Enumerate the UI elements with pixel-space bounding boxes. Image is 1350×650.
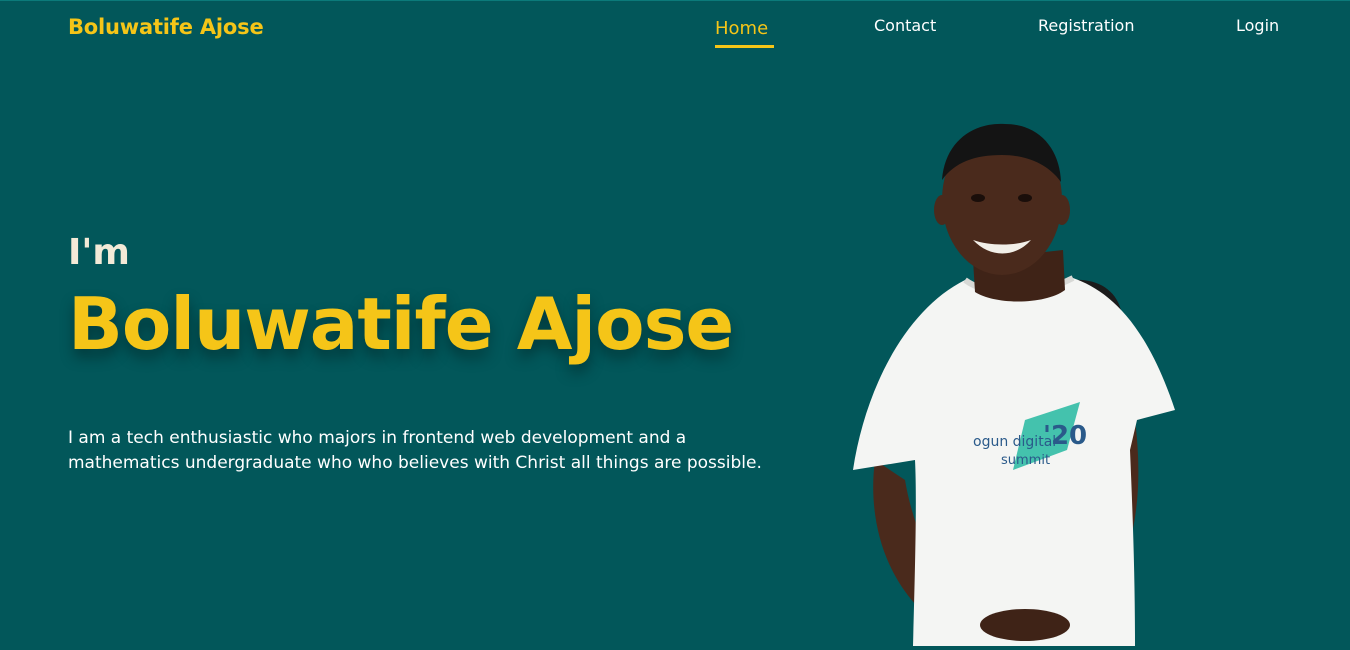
- hero-bio: I am a tech enthusiastic who majors in f…: [68, 428, 762, 473]
- shirt-number: '20: [1043, 421, 1087, 451]
- nav-contact[interactable]: Contact: [874, 16, 936, 35]
- site-header: Boluwatife Ajose Home Contact Registrati…: [0, 0, 1350, 60]
- hero-greeting: I'm: [68, 232, 130, 273]
- profile-photo: ogun digital summit '20: [845, 120, 1185, 646]
- nav-home[interactable]: Home: [715, 18, 768, 39]
- hero-name: Boluwatife Ajose: [68, 282, 734, 366]
- active-nav-indicator: [715, 45, 774, 48]
- shirt-text-line2: summit: [1001, 453, 1050, 468]
- nav-login[interactable]: Login: [1236, 16, 1279, 35]
- person-illustration: ogun digital summit '20: [853, 123, 1175, 646]
- nav-registration[interactable]: Registration: [1038, 16, 1134, 35]
- site-logo[interactable]: Boluwatife Ajose: [68, 15, 264, 39]
